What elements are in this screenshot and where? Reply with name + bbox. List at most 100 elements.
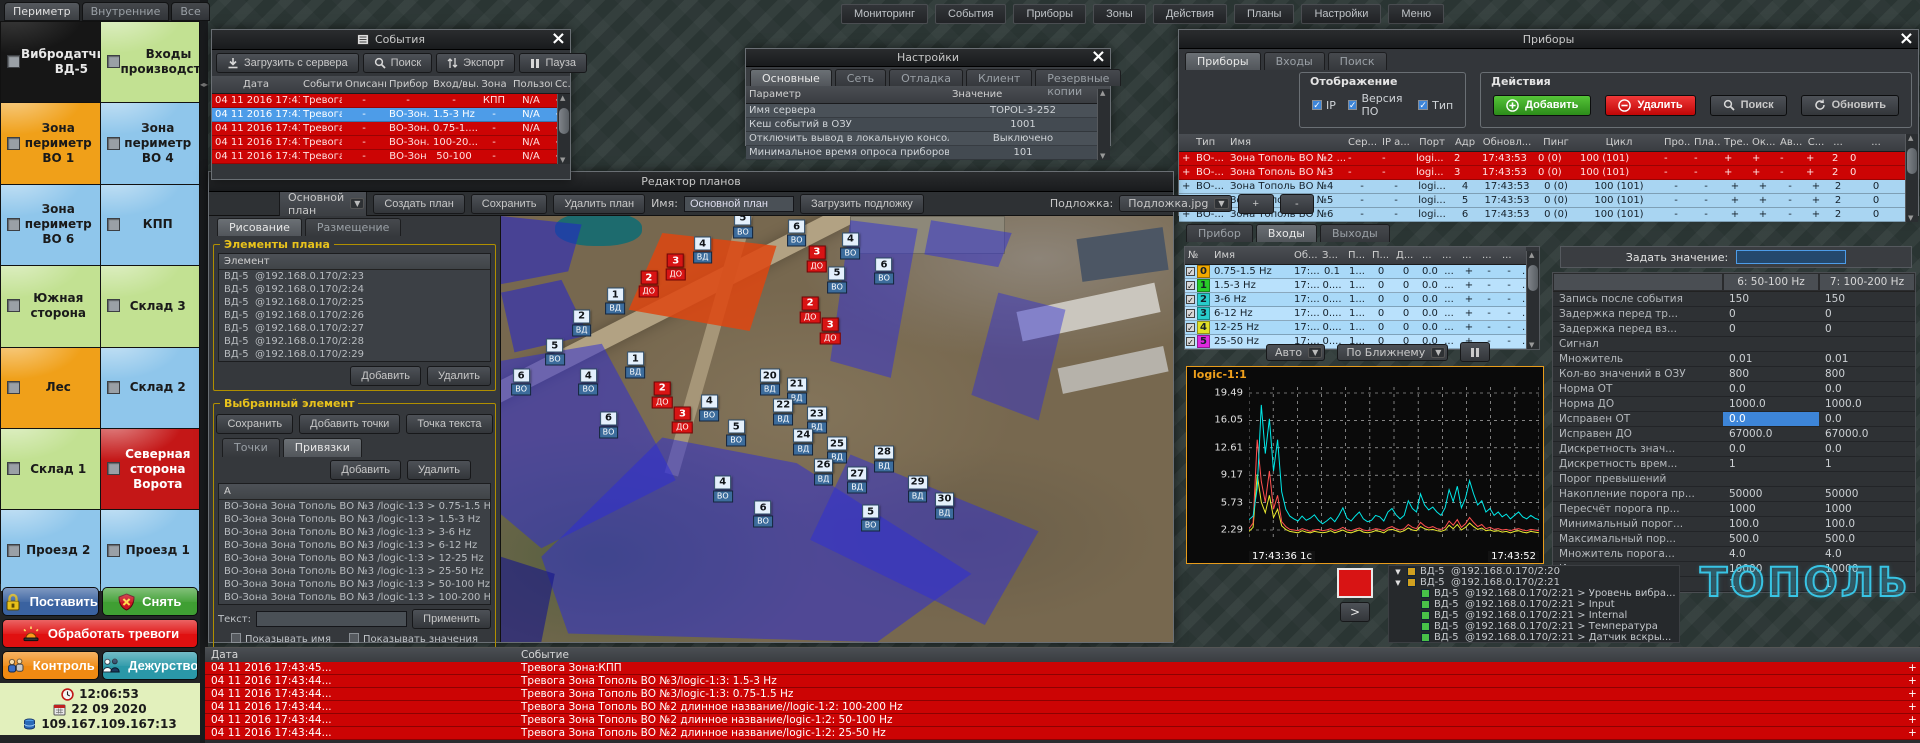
devices-column-header[interactable] xyxy=(1179,134,1193,151)
parameter-value[interactable]: 150 xyxy=(1819,292,1915,306)
binding-add-button[interactable]: Добавить xyxy=(330,460,401,480)
control-button[interactable]: Контроль xyxy=(2,651,99,680)
alarm-log-row[interactable]: 04 11 2016 17:43:44...Тревога Зона Топол… xyxy=(205,727,1920,740)
parameter-row[interactable]: Накопление порога пр...5000050000 xyxy=(1553,487,1915,502)
devices-column-header[interactable]: Ав... xyxy=(1777,134,1803,151)
parameter-value[interactable]: 50000 xyxy=(1819,487,1915,501)
element-add-button[interactable]: Добавить xyxy=(350,366,421,386)
plan-element-item[interactable]: ВД-5 @192.168.0.170/2:27 xyxy=(219,322,490,335)
input-row[interactable]: ✓11.5-3 Hz17:...0....1...000.0...+--... xyxy=(1185,279,1526,293)
zone-tile-checkbox[interactable] xyxy=(7,462,20,475)
zone-tile-checkbox[interactable] xyxy=(107,462,120,475)
input-row[interactable]: ✓412-25 Hz17:...0....1...000.0...+--... xyxy=(1185,321,1526,335)
device-detail-tab[interactable]: Прибор xyxy=(1186,224,1253,242)
map-marker[interactable]: 3ДО xyxy=(672,407,693,434)
parameter-value[interactable]: 500.0 xyxy=(1723,532,1819,546)
binding-item[interactable]: ВО-Зона Зона Тополь ВО №3 /logic-1:3 > 1… xyxy=(219,552,490,565)
alarm-log-expand[interactable]: + xyxy=(1902,688,1920,700)
inputs-column-header[interactable]: Об... xyxy=(1291,247,1319,264)
inputs-column-header[interactable]: ... xyxy=(1419,247,1439,264)
zone-tile-checkbox[interactable] xyxy=(107,218,120,231)
parameter-row[interactable]: Порог превышений xyxy=(1553,472,1915,487)
parameter-row[interactable]: Задержка перед тр...00 xyxy=(1553,307,1915,322)
parameter-row[interactable]: Задержка перед вз...00 xyxy=(1553,322,1915,337)
parameter-row[interactable]: Множитель0.010.01 xyxy=(1553,352,1915,367)
parameter-row[interactable]: Запись после события150150 xyxy=(1553,292,1915,307)
events-column-header[interactable]: Зона xyxy=(478,76,510,93)
events-column-header[interactable]: Дата xyxy=(212,76,300,93)
checkbox-icon[interactable]: ✓ xyxy=(1186,295,1195,304)
inputs-column-header[interactable]: Имя xyxy=(1211,247,1291,264)
plan-name-input[interactable] xyxy=(684,196,794,212)
parameter-value[interactable]: 0.01 xyxy=(1723,352,1819,366)
binding-item[interactable]: ВО-Зона Зона Тополь ВО №3 /logic-1:3 > 5… xyxy=(219,578,490,591)
devices-column-header[interactable]: С... xyxy=(1803,134,1829,151)
parameter-value[interactable]: 0.0 xyxy=(1723,382,1819,396)
parameter-value[interactable]: 0 xyxy=(1723,307,1819,321)
input-row[interactable]: ✓36-12 Hz17:...0....1...000.0...+--... xyxy=(1185,307,1526,321)
map-marker[interactable]: 1ВД xyxy=(626,352,646,379)
parameters-column-header[interactable]: 7: 100-200 Hz xyxy=(1819,273,1915,291)
parameters-column-header[interactable]: 6: 50-100 Hz xyxy=(1723,273,1819,291)
tree-item[interactable]: ▼ВД-5 @192.168.0.170/2:20 xyxy=(1389,566,1679,577)
alarm-log-column-header[interactable]: Дата xyxy=(205,648,515,662)
events-row[interactable]: 04 11 2016 17:43...Тревога-ВО-Зон...100-… xyxy=(212,136,557,150)
alarm-log-row[interactable]: 04 11 2016 17:43:44...Тревога Зона Топол… xyxy=(205,675,1920,688)
events-column-header[interactable]: Сс... xyxy=(552,76,570,93)
devices-column-header[interactable]: Ок... xyxy=(1749,134,1777,151)
events-row[interactable]: 04 11 2016 17:43...Тревога-ВО-Зон...1.5-… xyxy=(212,108,557,122)
binding-item[interactable]: ВО-Зона Зона Тополь ВО №3 /logic-1:3 > 6… xyxy=(219,539,490,552)
device-action-plus[interactable]: Добавить xyxy=(1493,95,1591,116)
parameter-value[interactable]: 1000.0 xyxy=(1723,397,1819,411)
parameter-row[interactable]: Пересчёт порога пр...10001000 xyxy=(1553,502,1915,517)
zone-tile[interactable]: Южная сторона xyxy=(1,266,100,346)
delete-plan-button[interactable]: Удалить план xyxy=(553,194,645,214)
inputs-column-header[interactable]: № xyxy=(1185,247,1211,264)
plan-element-item[interactable]: ВД-5 @192.168.0.170/2:23 xyxy=(219,270,490,283)
settings-tab[interactable]: Резервные копии xyxy=(1035,69,1121,86)
settings-tab[interactable]: Клиент xyxy=(966,69,1032,86)
map-marker[interactable]: 5ВО xyxy=(726,420,746,447)
settings-close-icon[interactable]: × xyxy=(1091,48,1106,66)
map-marker[interactable]: 2ДО xyxy=(639,271,660,298)
map-marker[interactable]: 27ВД xyxy=(847,467,867,494)
menu-item[interactable]: Зоны xyxy=(1093,4,1146,24)
devices-column-header[interactable]: Тре... xyxy=(1721,134,1749,151)
zone-tile[interactable]: Склад 2 xyxy=(101,348,200,428)
alarm-log-row[interactable]: 04 11 2016 17:43:45...Тревога Зона:КПП+ xyxy=(205,662,1920,675)
map-marker[interactable]: 20ВД xyxy=(760,369,780,396)
zone-tile[interactable]: Зона периметр ВО 6 xyxy=(1,185,100,265)
alarm-log-expand[interactable]: + xyxy=(1902,675,1920,687)
map-marker[interactable]: 29ВД xyxy=(908,475,928,502)
settings-tab[interactable]: Основные xyxy=(750,69,832,86)
menu-item[interactable]: Планы xyxy=(1234,4,1294,24)
parameter-row[interactable]: Кол-во значений в ОЗУ800800 xyxy=(1553,367,1915,382)
events-toolbar-button[interactable]: Поиск xyxy=(363,53,432,73)
settings-tab[interactable]: Отладка xyxy=(889,69,963,86)
settings-column-header[interactable]: Параметр xyxy=(746,86,949,103)
alarm-log-expand[interactable]: + xyxy=(1902,662,1920,674)
element-remove-button[interactable]: Удалить xyxy=(427,366,491,386)
parameter-row[interactable]: Максимальный пор...500.0500.0 xyxy=(1553,532,1915,547)
device-action-refresh[interactable]: Обновить xyxy=(1801,95,1899,116)
map-marker[interactable]: 30ВД xyxy=(935,492,955,519)
devices-close-icon[interactable]: × xyxy=(1899,29,1914,48)
events-toolbar-button[interactable]: Экспорт xyxy=(436,53,515,73)
settings-row[interactable]: Минимальное время опроса приборов101 xyxy=(746,146,1110,160)
zone-tile[interactable]: КПП xyxy=(101,185,200,265)
parameter-value[interactable]: 0.0 xyxy=(1819,442,1915,456)
map-marker[interactable]: 3ДО xyxy=(820,318,841,345)
apply-button[interactable]: Применить xyxy=(412,609,491,629)
map-marker[interactable]: 3ДО xyxy=(807,245,828,272)
devices-column-header[interactable]: Тип xyxy=(1193,134,1227,151)
alarm-log-row[interactable]: 04 11 2016 17:43:44...Тревога Зона Топол… xyxy=(205,688,1920,701)
mode-select[interactable]: По Ближнему▼ xyxy=(1337,344,1448,361)
alarm-log-row[interactable]: 04 11 2016 17:43:44...Тревога Зона Топол… xyxy=(205,701,1920,714)
plan-select[interactable]: Основной план▼ xyxy=(279,189,367,219)
parameter-value[interactable]: 1 xyxy=(1819,457,1915,471)
events-row[interactable]: 04 11 2016 17:43Тревога-ВО-Зон50-100-N/A… xyxy=(212,150,557,164)
parameter-value[interactable]: 0.0 xyxy=(1723,412,1819,426)
device-action-minus[interactable]: Удалить xyxy=(1605,95,1695,116)
underlay-select[interactable]: Подложка.jpg▼ xyxy=(1119,195,1231,212)
map-marker[interactable]: 5ВО xyxy=(827,266,847,293)
